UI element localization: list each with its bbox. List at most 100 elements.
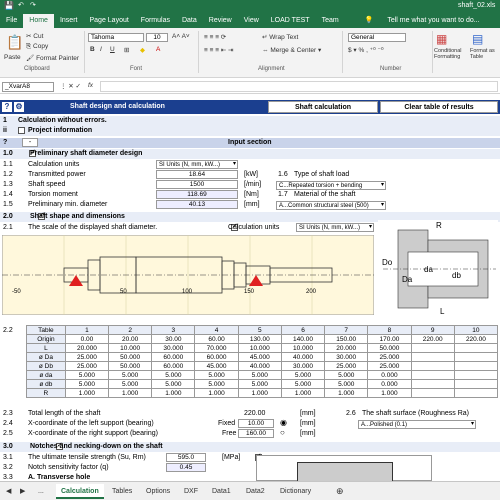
- table-cell[interactable]: 25.000: [367, 352, 412, 362]
- table-cell[interactable]: 5.000: [237, 379, 282, 389]
- table-cell[interactable]: 5.000: [108, 370, 153, 380]
- menu-team[interactable]: Team: [316, 14, 345, 28]
- tab-options[interactable]: Options: [146, 484, 170, 499]
- table-cell[interactable]: 5.000: [64, 370, 110, 380]
- table-cell[interactable]: 20.000: [324, 343, 369, 353]
- formula-cancel-icons[interactable]: ⋮ ✕ ✓: [60, 82, 81, 90]
- border-icon[interactable]: ⊞: [124, 46, 129, 54]
- table-cell[interactable]: 20.000: [64, 343, 110, 353]
- table-cell[interactable]: 130.00: [237, 334, 282, 344]
- table-cell[interactable]: [453, 361, 499, 371]
- table-cell[interactable]: 60.00: [194, 334, 239, 344]
- table-cell[interactable]: 1.000: [108, 388, 153, 398]
- table-cell[interactable]: 5.000: [324, 379, 369, 389]
- table-cell[interactable]: 5.000: [108, 379, 153, 389]
- table-cell[interactable]: 4: [194, 325, 239, 335]
- tab-data2[interactable]: Data2: [246, 484, 265, 499]
- tab-dictionary[interactable]: Dictionary: [280, 484, 311, 499]
- table-cell[interactable]: 40.000: [280, 352, 326, 362]
- table-cell[interactable]: 30.000: [280, 361, 326, 371]
- table-cell[interactable]: 1.000: [64, 388, 110, 398]
- table-cell[interactable]: 60.000: [151, 361, 196, 371]
- project-info-checkbox[interactable]: [18, 127, 25, 134]
- table-cell[interactable]: 7: [324, 325, 369, 335]
- table-cell[interactable]: 9: [410, 325, 455, 335]
- table-cell[interactable]: 150.00: [324, 334, 369, 344]
- table-cell[interactable]: 30.000: [151, 343, 196, 353]
- table-cell[interactable]: 170.00: [367, 334, 412, 344]
- table-cell[interactable]: 10.000: [280, 343, 326, 353]
- table-cell[interactable]: 60.000: [194, 352, 239, 362]
- menu-page-layout[interactable]: Page Layout: [83, 14, 134, 28]
- chart-units-select[interactable]: SI Units (N, mm, kW...): [296, 223, 374, 232]
- table-cell[interactable]: 220.00: [410, 334, 455, 344]
- table-cell[interactable]: 1.000: [237, 388, 282, 398]
- table-cell[interactable]: 25.000: [367, 361, 412, 371]
- italic-icon[interactable]: I: [100, 46, 102, 53]
- table-cell[interactable]: 5.000: [280, 370, 326, 380]
- table-cell[interactable]: 50.000: [367, 343, 412, 353]
- name-box[interactable]: _XvarA8: [2, 82, 54, 92]
- table-cell[interactable]: 60.000: [151, 352, 196, 362]
- tab-prev-icon[interactable]: ◀: [6, 484, 11, 499]
- table-cell[interactable]: [453, 388, 499, 398]
- table-cell[interactable]: [410, 343, 455, 353]
- menu-insert[interactable]: Insert: [54, 14, 84, 28]
- conditional-formatting-icon[interactable]: ▦: [436, 32, 447, 46]
- font-size-select[interactable]: 10: [146, 33, 168, 42]
- table-cell[interactable]: 5.000: [194, 370, 239, 380]
- table-cell[interactable]: 0.00: [64, 334, 110, 344]
- menu-view[interactable]: View: [238, 14, 265, 28]
- table-cell[interactable]: 140.00: [280, 334, 326, 344]
- tab-calculation[interactable]: Calculation: [56, 484, 104, 499]
- table-cell[interactable]: 20.00: [108, 334, 153, 344]
- tab-next-icon[interactable]: ▶: [20, 484, 25, 499]
- table-cell[interactable]: [453, 379, 499, 389]
- table-cell[interactable]: [410, 379, 455, 389]
- table-cell[interactable]: 30.000: [324, 352, 369, 362]
- table-cell[interactable]: 5.000: [194, 379, 239, 389]
- fill-color-icon[interactable]: ◆: [140, 46, 145, 54]
- table-cell[interactable]: 70.000: [194, 343, 239, 353]
- speed-input[interactable]: 1500: [156, 180, 238, 189]
- menu-formulas[interactable]: Formulas: [135, 14, 176, 28]
- table-cell[interactable]: 1.000: [280, 388, 326, 398]
- table-cell[interactable]: 50.000: [108, 352, 153, 362]
- table-cell[interactable]: 30.00: [151, 334, 196, 344]
- table-cell[interactable]: 5: [237, 325, 282, 335]
- table-cell[interactable]: 10: [453, 325, 499, 335]
- fx-icon[interactable]: fx: [88, 82, 93, 89]
- table-cell[interactable]: 10.000: [237, 343, 282, 353]
- format-as-table-icon[interactable]: ▤: [472, 32, 483, 46]
- copy-button[interactable]: ⎘ Copy: [26, 43, 48, 51]
- table-cell[interactable]: [410, 361, 455, 371]
- table-cell[interactable]: 1.000: [324, 388, 369, 398]
- align-top-icons[interactable]: ≡ ≡ ≡ ⟳: [204, 33, 226, 41]
- tab-dxf[interactable]: DXF: [184, 484, 198, 499]
- menu-review[interactable]: Review: [203, 14, 238, 28]
- right-support-input[interactable]: 160.00: [238, 429, 274, 438]
- table-cell[interactable]: 40.000: [237, 361, 282, 371]
- formula-input[interactable]: [100, 81, 498, 92]
- table-cell[interactable]: 8: [367, 325, 412, 335]
- font-color-icon[interactable]: A: [156, 46, 160, 53]
- table-cell[interactable]: 45.000: [194, 361, 239, 371]
- left-support-input[interactable]: 10.00: [238, 419, 274, 428]
- underline-icon[interactable]: U: [110, 46, 115, 53]
- strength-input[interactable]: 595.0: [166, 453, 206, 462]
- table-cell[interactable]: [410, 388, 455, 398]
- table-cell[interactable]: 3: [151, 325, 196, 335]
- table-cell[interactable]: [410, 370, 455, 380]
- power-input[interactable]: 18.64: [156, 170, 238, 179]
- load-type-select[interactable]: C...Repeated torsion + bending: [276, 181, 386, 190]
- number-format-select[interactable]: General: [348, 33, 406, 42]
- menu-data[interactable]: Data: [176, 14, 203, 28]
- table-cell[interactable]: 5.000: [324, 370, 369, 380]
- bold-icon[interactable]: B: [90, 46, 95, 53]
- menu-file[interactable]: File: [0, 14, 23, 28]
- table-cell[interactable]: 1.000: [194, 388, 239, 398]
- table-cell[interactable]: 50.000: [108, 361, 153, 371]
- table-cell[interactable]: 220.00: [453, 334, 499, 344]
- table-cell[interactable]: 45.000: [237, 352, 282, 362]
- wrap-text-button[interactable]: ↵ Wrap Text: [262, 33, 298, 41]
